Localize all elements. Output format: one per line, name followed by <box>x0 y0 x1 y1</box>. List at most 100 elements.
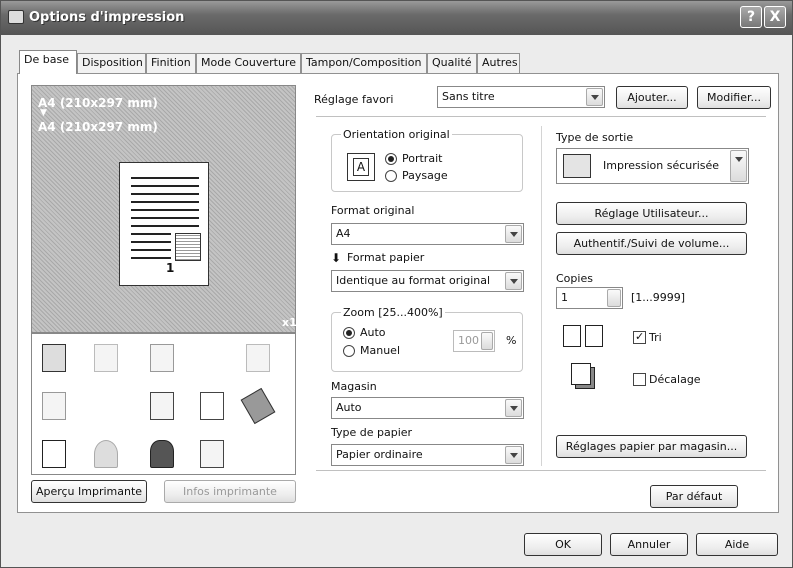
collate-icon <box>563 325 609 349</box>
fold-icon[interactable] <box>246 344 270 372</box>
tray-value: Auto <box>336 401 362 414</box>
secure-print-icon[interactable] <box>42 344 66 372</box>
title-bar: Options d'impression ? X <box>1 1 792 35</box>
chevron-down-icon <box>505 399 522 417</box>
authentication-button[interactable]: Authentif./Suivi de volume... <box>556 232 747 255</box>
paper-type-select[interactable]: Papier ordinaire <box>331 444 524 466</box>
document-icon[interactable] <box>200 392 224 420</box>
preview-output-size: A4 (210x297 mm) <box>38 120 158 134</box>
secure-print-icon <box>563 154 591 178</box>
preview-arrow: ▼ <box>40 108 47 118</box>
page-preview: A4 (210x297 mm) ▼ A4 (210x297 mm) 1 x1 <box>31 85 297 333</box>
paper-format-arrow-icon: ⬇ <box>331 251 342 265</box>
landscape-label[interactable]: Paysage <box>402 169 448 182</box>
offset-label[interactable]: Décalage <box>649 373 701 386</box>
text-doc-icon[interactable] <box>150 392 174 420</box>
zoom-manual-radio[interactable] <box>343 345 355 357</box>
chevron-down-icon <box>505 272 522 290</box>
preview-paper-size: A4 (210x297 mm) <box>38 96 158 110</box>
tab-autres[interactable]: Autres <box>477 53 520 73</box>
original-format-label: Format original <box>331 204 415 217</box>
spin-arrows-icon <box>481 332 493 350</box>
ok-button[interactable]: OK <box>524 533 602 556</box>
output-type-value: Impression sécurisée <box>603 159 720 172</box>
close-button[interactable]: X <box>764 6 786 28</box>
top-divider <box>316 116 766 117</box>
add-favorite-button[interactable]: Ajouter... <box>616 86 688 109</box>
zoom-group-title: Zoom [25...400%] <box>341 306 445 319</box>
printer-info-button[interactable]: Infos imprimante <box>164 480 296 503</box>
preview-copies-marker: x1 <box>282 316 297 329</box>
chevron-down-icon <box>505 446 522 464</box>
zoom-value-spinner[interactable]: 100 <box>453 330 495 352</box>
output-type-select[interactable]: Impression sécurisée <box>556 148 749 184</box>
tab-disposition[interactable]: Disposition <box>77 53 146 73</box>
users-icon[interactable] <box>150 440 174 468</box>
tab-mode-couverture[interactable]: Mode Couverture <box>196 53 301 73</box>
tray-paper-settings-button[interactable]: Réglages papier par magasin... <box>556 435 747 458</box>
landscape-radio[interactable] <box>385 170 397 182</box>
offset-checkbox[interactable] <box>633 373 646 386</box>
preview-image-block <box>175 233 201 261</box>
chevron-down-icon <box>730 150 747 182</box>
print-job-icon[interactable] <box>42 440 66 468</box>
user-settings-button[interactable]: Réglage Utilisateur... <box>556 202 747 225</box>
paper-format-label: Format papier <box>347 251 425 264</box>
tray-select[interactable]: Auto <box>331 397 524 419</box>
favorite-label: Réglage favori <box>314 93 394 106</box>
tab-de-base[interactable]: De base <box>19 50 77 74</box>
bottom-divider <box>316 470 766 471</box>
help-button[interactable]: Aide <box>696 533 778 556</box>
zoom-value: 100 <box>458 334 479 347</box>
preview-page-number: 1 <box>166 261 175 275</box>
copy-doc-icon[interactable] <box>150 344 174 372</box>
paper-format-select[interactable]: Identique au format original <box>331 270 524 292</box>
window-title: Options d'impression <box>29 10 185 25</box>
collate-checkbox[interactable] <box>633 330 646 344</box>
tab-tampon-composition[interactable]: Tampon/Composition <box>301 53 427 73</box>
paper-format-value: Identique au format original <box>336 274 491 287</box>
orientation-portrait-icon: A <box>347 153 375 181</box>
chevron-down-icon <box>586 88 603 106</box>
portrait-label[interactable]: Portrait <box>402 152 442 165</box>
original-format-select[interactable]: A4 <box>331 223 524 245</box>
user-icon[interactable] <box>94 440 118 468</box>
favorite-value: Sans titre <box>442 90 495 103</box>
zoom-unit: % <box>506 334 517 347</box>
print-options-window: Options d'impression ? X De base Disposi… <box>0 0 793 568</box>
printer-icon <box>8 10 24 24</box>
portrait-radio[interactable] <box>385 153 397 165</box>
collate-label[interactable]: Tri <box>649 331 662 344</box>
fax-icon[interactable] <box>94 344 118 372</box>
original-format-value: A4 <box>336 227 351 240</box>
printer-icon-grid <box>31 333 296 475</box>
chevron-down-icon <box>505 225 522 243</box>
default-button[interactable]: Par défaut <box>650 485 738 508</box>
tab-qualite[interactable]: Qualité <box>427 53 477 73</box>
booklet-icon[interactable] <box>240 387 276 425</box>
copies-value: 1 <box>561 291 568 304</box>
copies-spinner[interactable]: 1 <box>556 287 623 309</box>
favorite-select[interactable]: Sans titre <box>437 86 605 108</box>
copies-label: Copies <box>556 272 593 285</box>
timer-doc-icon[interactable] <box>200 440 224 468</box>
cancel-button[interactable]: Annuler <box>610 533 688 556</box>
paper-type-value: Papier ordinaire <box>336 448 423 461</box>
tab-finition[interactable]: Finition <box>146 53 196 73</box>
preview-page: 1 <box>119 162 209 286</box>
zoom-manual-label[interactable]: Manuel <box>360 344 400 357</box>
spin-arrows-icon <box>607 289 621 307</box>
output-type-label: Type de sortie <box>556 131 634 144</box>
stack-icon[interactable] <box>42 392 66 420</box>
paper-type-label: Type de papier <box>331 426 413 439</box>
modify-favorite-button[interactable]: Modifier... <box>697 86 771 109</box>
column-divider <box>541 126 542 466</box>
copies-range: [1...9999] <box>631 291 686 304</box>
printer-preview-button[interactable]: Aperçu Imprimante <box>31 480 147 503</box>
zoom-auto-label[interactable]: Auto <box>360 326 386 339</box>
tray-label: Magasin <box>331 380 377 393</box>
orientation-group-title: Orientation original <box>341 128 452 141</box>
orientation-letter: A <box>353 158 369 176</box>
help-title-button[interactable]: ? <box>740 6 762 28</box>
zoom-auto-radio[interactable] <box>343 327 355 339</box>
